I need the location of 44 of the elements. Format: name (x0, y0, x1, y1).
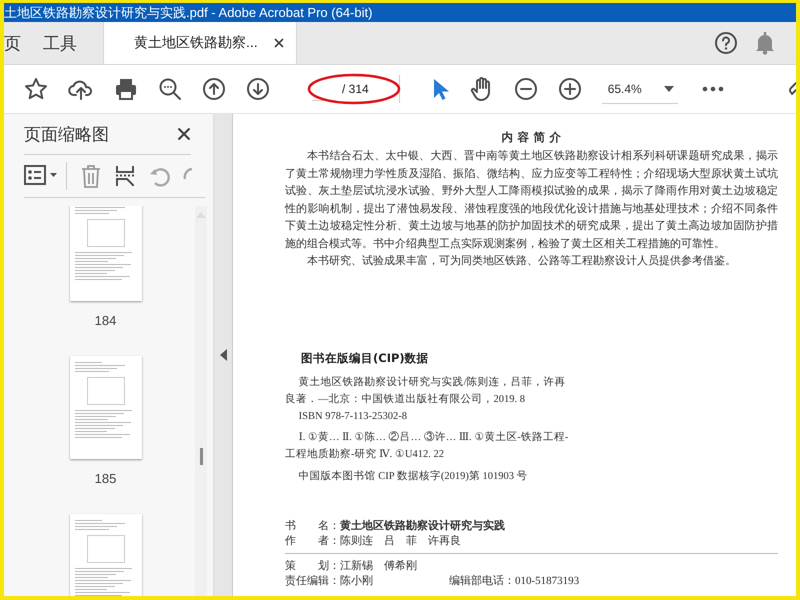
window-title: 土地区铁路勘察设计研究与实践.pdf - Adobe Acrobat Pro (64-bit) (4, 4, 372, 22)
collapse-icon[interactable] (220, 349, 226, 361)
trash-icon[interactable] (81, 164, 101, 188)
more-icon[interactable] (702, 86, 724, 92)
list-view-icon[interactable] (24, 165, 58, 187)
paragraph: 本书结合石太、太中银、大西、晋中南等黄土地区铁路勘察设计相系列科研课题研究成果，揭示了黄土常规物理力学性质及湿陷、振陷、微结构、应力应变等工程特性；介绍现场大型原状黄土试坑试验、灰土垫层试坑浸水试验、野外大型人工降雨模拟试验的成果，揭示了降雨作用对黄土边坡稳定性的影响机制，提出了潜蚀易发段、潜蚀程度强的地段优化设计措施与地基处理技术；介绍不同条件下黄土边坡稳定性分析、黄土边坡与地基的防护加固技术的研究成果，提出了黄土高边坡加固防护措施的组合模式等。书中介绍典型工点实际观测案例，检验了黄土区相关工程措施的可靠性。 (285, 148, 778, 252)
tab[interactable]: 工具 (43, 22, 103, 64)
caret-icon (664, 86, 674, 92)
colophon-line: 作 者：陈则连 吕 菲 许再良 (285, 534, 462, 548)
page-thumbnail[interactable] (70, 356, 142, 459)
zoom-out-icon[interactable] (514, 77, 538, 101)
zoom-dropdown[interactable]: 65.4% (602, 74, 678, 104)
colophon-line: 编辑部电话：010-51873193 (449, 574, 580, 588)
cip-heading: 图书在版编目(CIP)数据 (301, 350, 430, 366)
colophon-line: 策 划：江新锡 傅希刚 (285, 558, 417, 574)
tab[interactable]: 页 (4, 22, 43, 64)
panel-title: 页面缩略图 (24, 124, 109, 146)
colophon-line: 书 名：黄土地区铁路勘察设计研究与实践 (285, 518, 506, 534)
page-number-label: 185 (94, 471, 116, 486)
colophon-line: 责任编辑：陈小刚 (285, 574, 373, 588)
star-icon[interactable] (24, 77, 48, 101)
page-thumbnail[interactable] (70, 514, 142, 596)
help-icon[interactable] (714, 31, 738, 55)
page-count: / 314 (342, 75, 400, 103)
paragraph: 本书研究、试验成果丰富，可为同类地区铁路、公路等工程勘察设计人员提供参考借鉴。 (306, 254, 737, 269)
scrollbar-thumb[interactable] (200, 448, 202, 465)
page-number-label: 184 (94, 313, 116, 328)
section-heading: 内 容 简 介 (500, 130, 562, 145)
arrow-down-icon[interactable] (246, 77, 270, 101)
zoom-in-icon[interactable] (558, 77, 582, 101)
cip-text: 黄土地区铁路勘察设计研究与实践/陈则连，吕菲，许再良著．—北京：中国铁道出版社有限公司，2019. 8 (285, 375, 567, 406)
cip-text: 中国版本图书馆 CIP 数据核字(2019)第 101903 号 (298, 469, 529, 484)
close-icon[interactable] (274, 38, 284, 48)
cip-text: Ⅰ. ①黄… Ⅱ. ①陈… ②吕… ③许… Ⅲ. ①黄土区-铁路工程-工程地质勘察-研究 Ⅳ. ①U412. 22 (285, 430, 570, 462)
tab[interactable]: 黄土地区铁路勘察... (103, 22, 297, 64)
print-icon[interactable] (114, 77, 138, 101)
page-extract-icon[interactable] (115, 165, 135, 187)
scrollbar[interactable] (195, 206, 207, 596)
bell-icon[interactable] (754, 31, 776, 55)
close-icon[interactable] (177, 127, 191, 141)
cip-text: ISBN 978-7-113-25302-8 (298, 410, 408, 424)
page-thumbnail[interactable] (70, 206, 142, 301)
zoom-search-icon[interactable] (158, 77, 182, 101)
arrow-up-icon[interactable] (202, 77, 226, 101)
